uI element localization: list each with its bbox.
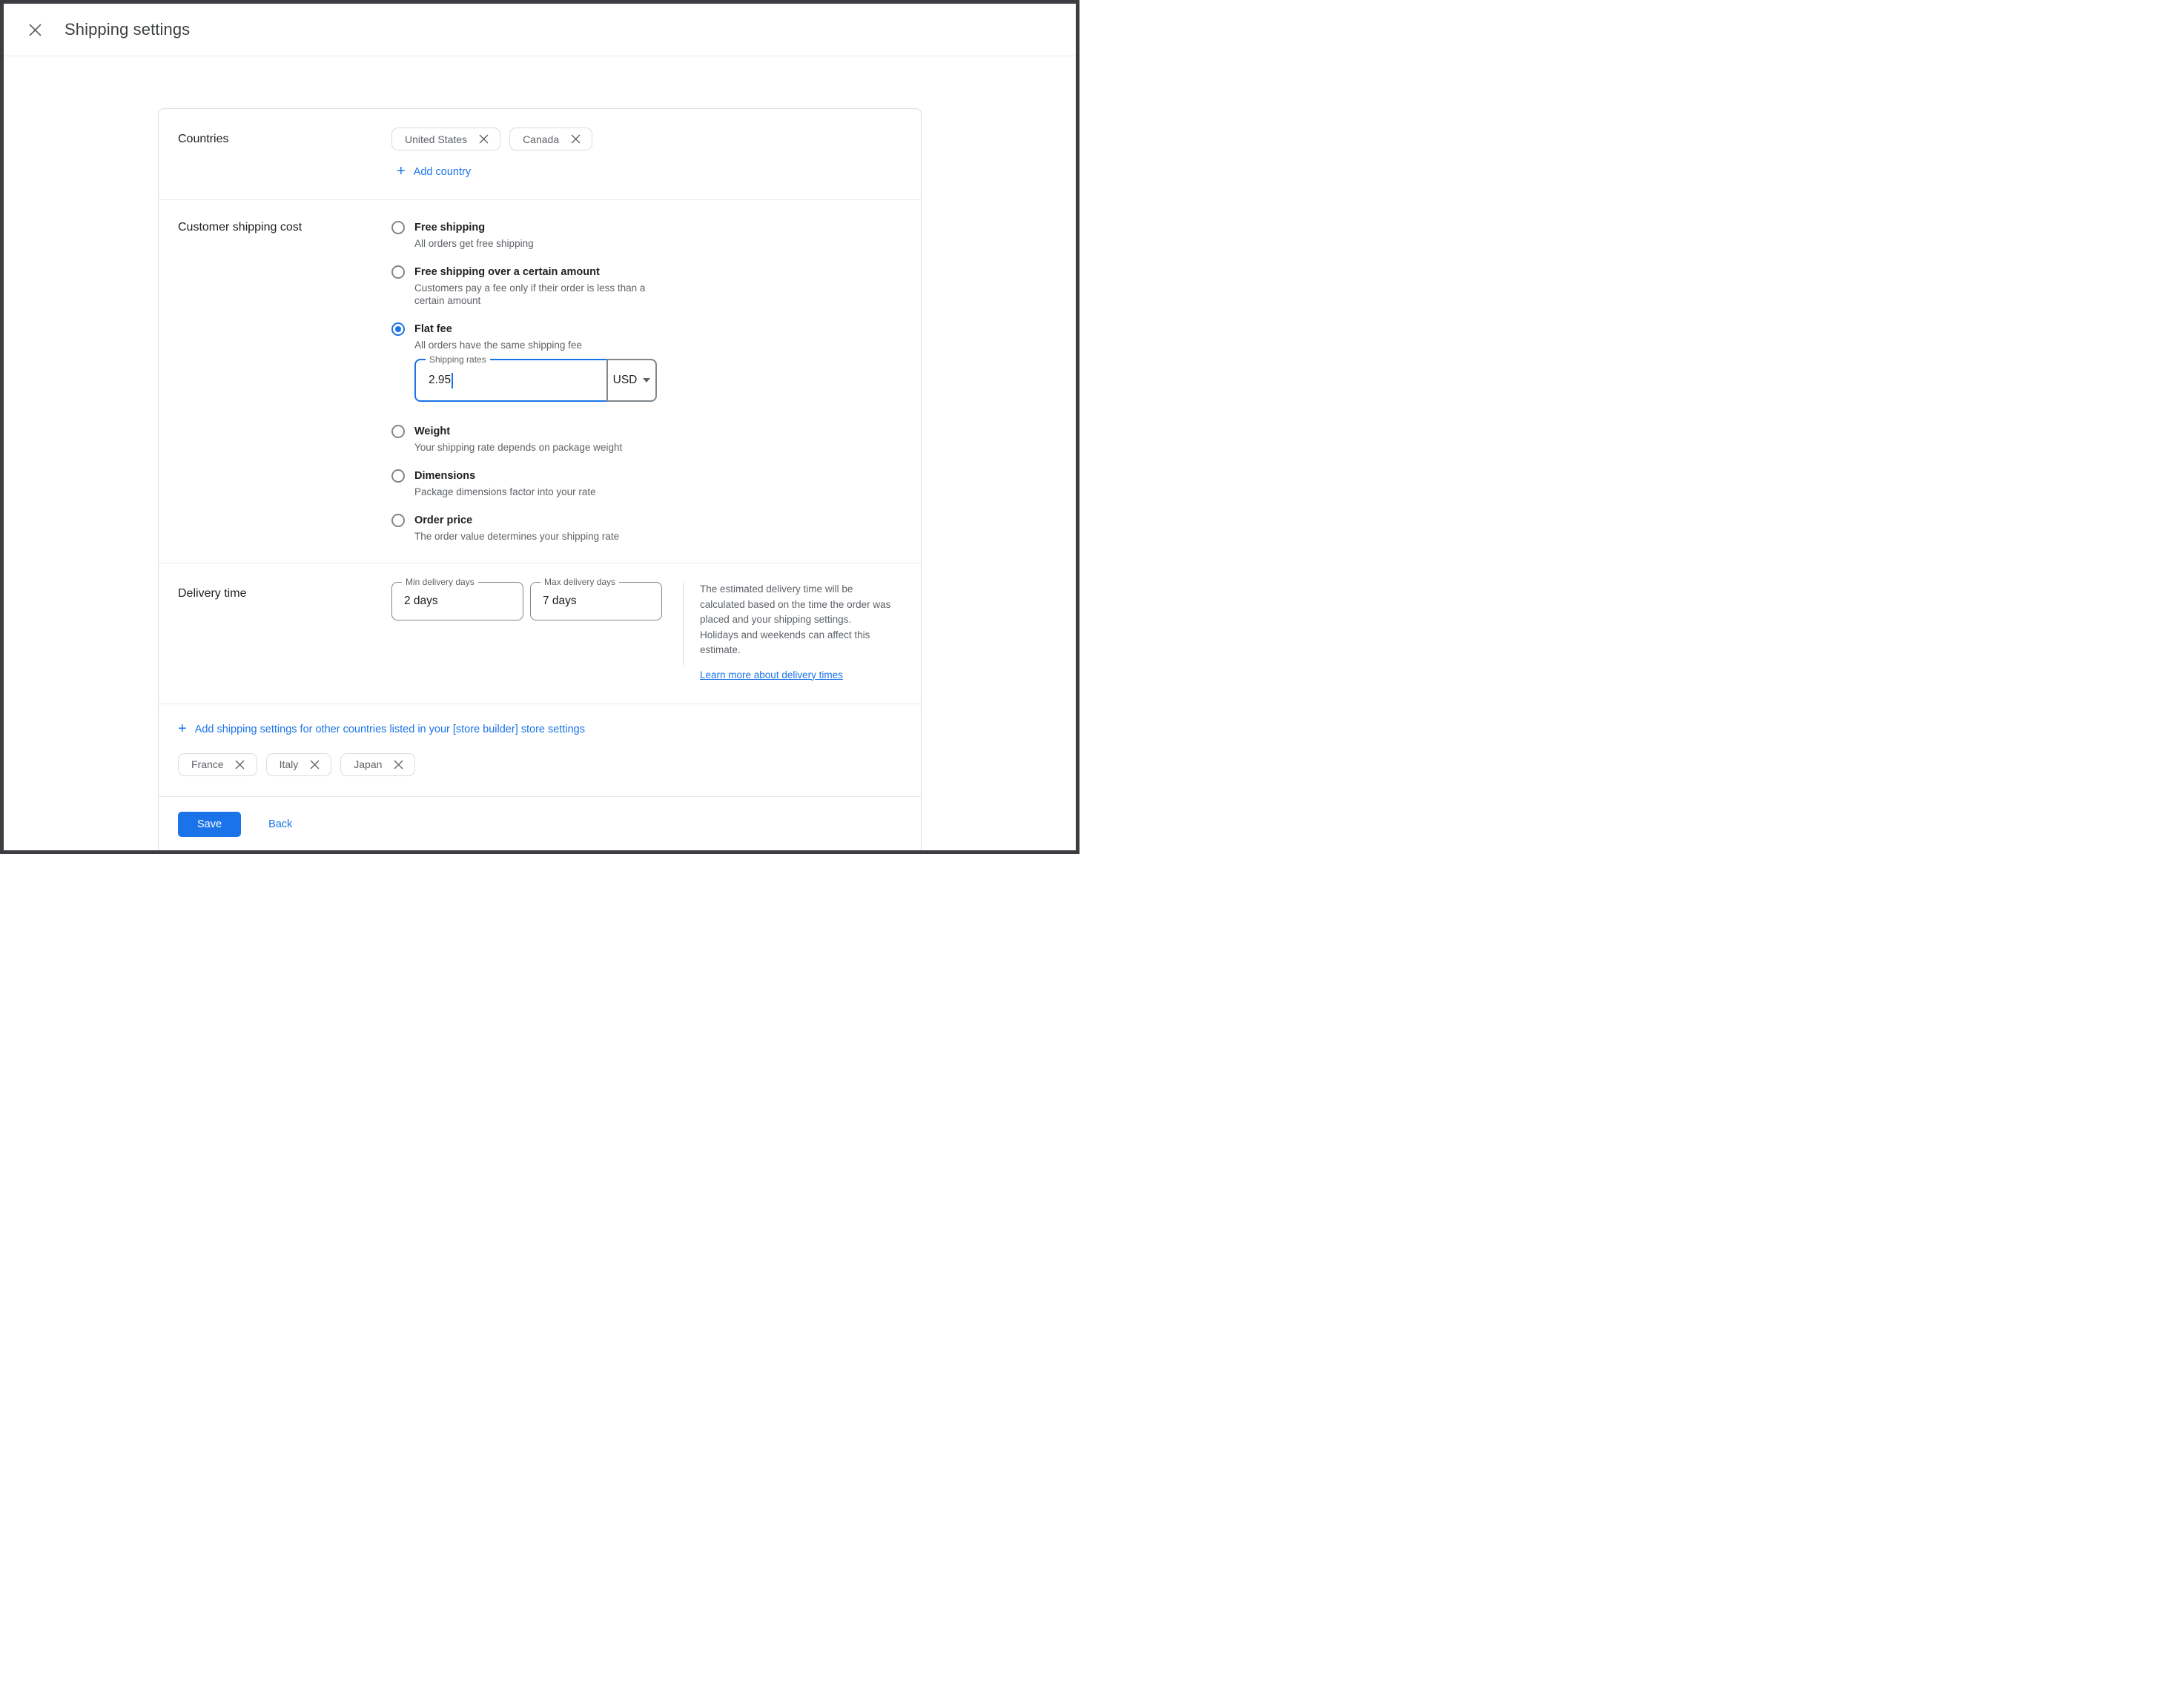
currency-select[interactable]: USD [606, 359, 657, 402]
add-shipping-settings-label: Add shipping settings for other countrie… [195, 724, 585, 735]
radio-unselected-icon[interactable] [391, 221, 405, 234]
currency-value: USD [613, 374, 638, 387]
delivery-time-label: Delivery time [178, 582, 391, 682]
option-title: Free shipping [414, 220, 534, 235]
radio-option-weight[interactable]: Weight Your shipping rate depends on pac… [391, 424, 900, 454]
option-title: Weight [414, 424, 622, 439]
country-chip-italy[interactable]: Italy [266, 753, 332, 776]
option-description: Customers pay a fee only if their order … [414, 282, 662, 307]
chip-label: United States [405, 133, 467, 145]
shipping-rate-row: Shipping rates 2.95 USD [414, 359, 657, 402]
radio-option-order-price[interactable]: Order price The order value determines y… [391, 513, 900, 543]
max-delivery-days-field-label: Max delivery days [540, 577, 619, 587]
radio-option-dimensions[interactable]: Dimensions Package dimensions factor int… [391, 469, 900, 498]
close-icon [28, 23, 42, 37]
min-delivery-days-input[interactable]: Min delivery days 2 days [391, 582, 523, 620]
shipping-cost-options: Free shipping All orders get free shippi… [391, 220, 900, 557]
chip-label: France [191, 758, 224, 770]
option-title: Dimensions [414, 469, 596, 483]
option-description: The order value determines your shipping… [414, 530, 619, 543]
text-cursor [452, 373, 453, 388]
radio-unselected-icon[interactable] [391, 514, 405, 527]
option-description: Your shipping rate depends on package we… [414, 441, 622, 454]
option-title: Flat fee [414, 322, 657, 337]
remove-country-icon[interactable] [309, 759, 320, 769]
remove-country-icon[interactable] [570, 134, 581, 145]
other-countries-section: + Add shipping settings for other countr… [159, 704, 921, 796]
learn-more-link[interactable]: Learn more about delivery times [700, 669, 843, 681]
dropdown-arrow-icon [643, 378, 650, 383]
remove-country-icon[interactable] [393, 759, 403, 769]
other-countries-chip-row: France Italy Japan [178, 753, 900, 776]
shipping-rates-input[interactable]: Shipping rates 2.95 [414, 359, 606, 402]
back-button[interactable]: Back [268, 818, 292, 830]
add-country-button[interactable]: + Add country [397, 165, 471, 179]
country-chip-united-states[interactable]: United States [391, 128, 500, 150]
remove-country-icon[interactable] [235, 759, 245, 769]
remove-country-icon[interactable] [478, 134, 489, 145]
radio-unselected-icon[interactable] [391, 265, 405, 279]
option-title: Order price [414, 513, 619, 528]
countries-section: Countries United States Canada [159, 109, 921, 199]
delivery-note-text: The estimated delivery time will be calc… [700, 582, 891, 658]
customer-shipping-cost-label: Customer shipping cost [178, 220, 391, 557]
radio-option-flat-fee[interactable]: Flat fee All orders have the same shippi… [391, 322, 900, 409]
radio-unselected-icon[interactable] [391, 425, 405, 438]
add-shipping-settings-button[interactable]: + Add shipping settings for other countr… [178, 722, 585, 737]
close-button[interactable] [24, 19, 45, 40]
shipping-settings-card: Countries United States Canada [158, 108, 922, 854]
radio-unselected-icon[interactable] [391, 469, 405, 483]
delivery-note: The estimated delivery time will be calc… [700, 582, 891, 682]
country-chip-japan[interactable]: Japan [340, 753, 415, 776]
radio-option-free-shipping[interactable]: Free shipping All orders get free shippi… [391, 220, 900, 250]
plus-icon: + [397, 164, 406, 179]
page-title: Shipping settings [65, 20, 190, 39]
chip-label: Canada [523, 133, 559, 145]
add-country-label: Add country [414, 166, 471, 178]
max-delivery-days-input[interactable]: Max delivery days 7 days [530, 582, 662, 620]
country-chip-france[interactable]: France [178, 753, 257, 776]
card-footer: Save Back [159, 796, 921, 854]
country-chip-canada[interactable]: Canada [509, 128, 592, 150]
countries-chip-row: United States Canada [391, 128, 900, 150]
min-delivery-days-value: 2 days [404, 595, 438, 608]
chip-label: Japan [354, 758, 382, 770]
customer-shipping-cost-section: Customer shipping cost Free shipping All… [159, 199, 921, 563]
dialog-titlebar: Shipping settings [4, 4, 1076, 56]
option-description: All orders have the same shipping fee [414, 339, 657, 351]
radio-selected-icon[interactable] [391, 322, 405, 336]
chip-label: Italy [280, 758, 299, 770]
vertical-divider [683, 583, 684, 666]
shipping-settings-dialog: Shipping settings Countries United State… [0, 0, 1080, 854]
save-button[interactable]: Save [178, 812, 241, 837]
option-description: All orders get free shipping [414, 237, 534, 250]
option-description: Package dimensions factor into your rate [414, 486, 596, 498]
option-title: Free shipping over a certain amount [414, 265, 662, 279]
radio-option-free-shipping-over-amount[interactable]: Free shipping over a certain amount Cust… [391, 265, 900, 307]
delivery-time-section: Delivery time Min delivery days 2 days M… [159, 563, 921, 704]
countries-label: Countries [178, 128, 391, 180]
min-delivery-days-field-label: Min delivery days [402, 577, 478, 587]
max-delivery-days-value: 7 days [543, 595, 577, 608]
plus-icon: + [178, 721, 187, 736]
shipping-rates-field-label: Shipping rates [426, 354, 490, 365]
shipping-rates-value: 2.95 [429, 374, 451, 387]
